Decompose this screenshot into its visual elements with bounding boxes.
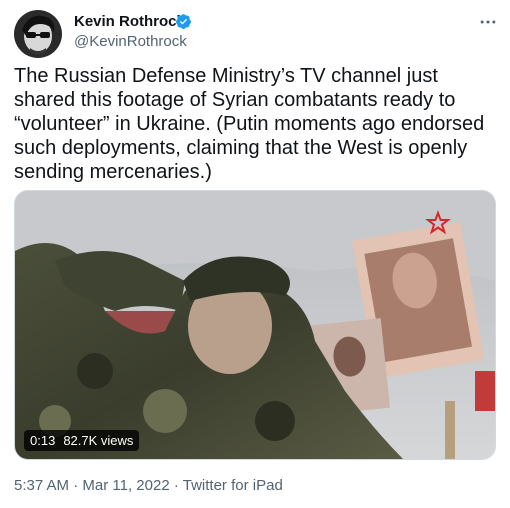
video-player[interactable] [14, 190, 496, 460]
video-duration: 0:13 [30, 433, 56, 448]
tweet-text: The Russian Defense Ministry’s TV channe… [14, 65, 485, 183]
meta-separator: · [73, 477, 79, 494]
video-views: 82.7K views [63, 433, 134, 448]
author-name[interactable]: Kevin Rothrock [74, 13, 185, 30]
avatar[interactable] [14, 10, 62, 58]
tweet-time[interactable]: 5:37 AM [14, 477, 69, 494]
tweet-card: Kevin Rothrock @KevinRothrock The Russia… [0, 0, 510, 508]
tweet-date[interactable]: Mar 11, 2022 [82, 477, 169, 494]
more-horizontal-icon[interactable] [478, 12, 498, 32]
verified-badge-icon [176, 14, 191, 29]
tweet-source[interactable]: Twitter for iPad [183, 477, 283, 494]
video-badge: 0:13 82.7K views [24, 430, 140, 451]
meta-separator: · [173, 477, 179, 494]
tweet-meta: 5:37 AM · Mar 11, 2022 · Twitter for iPa… [14, 477, 283, 494]
author-handle[interactable]: @KevinRothrock [74, 33, 187, 50]
video-thumbnail [15, 191, 495, 459]
